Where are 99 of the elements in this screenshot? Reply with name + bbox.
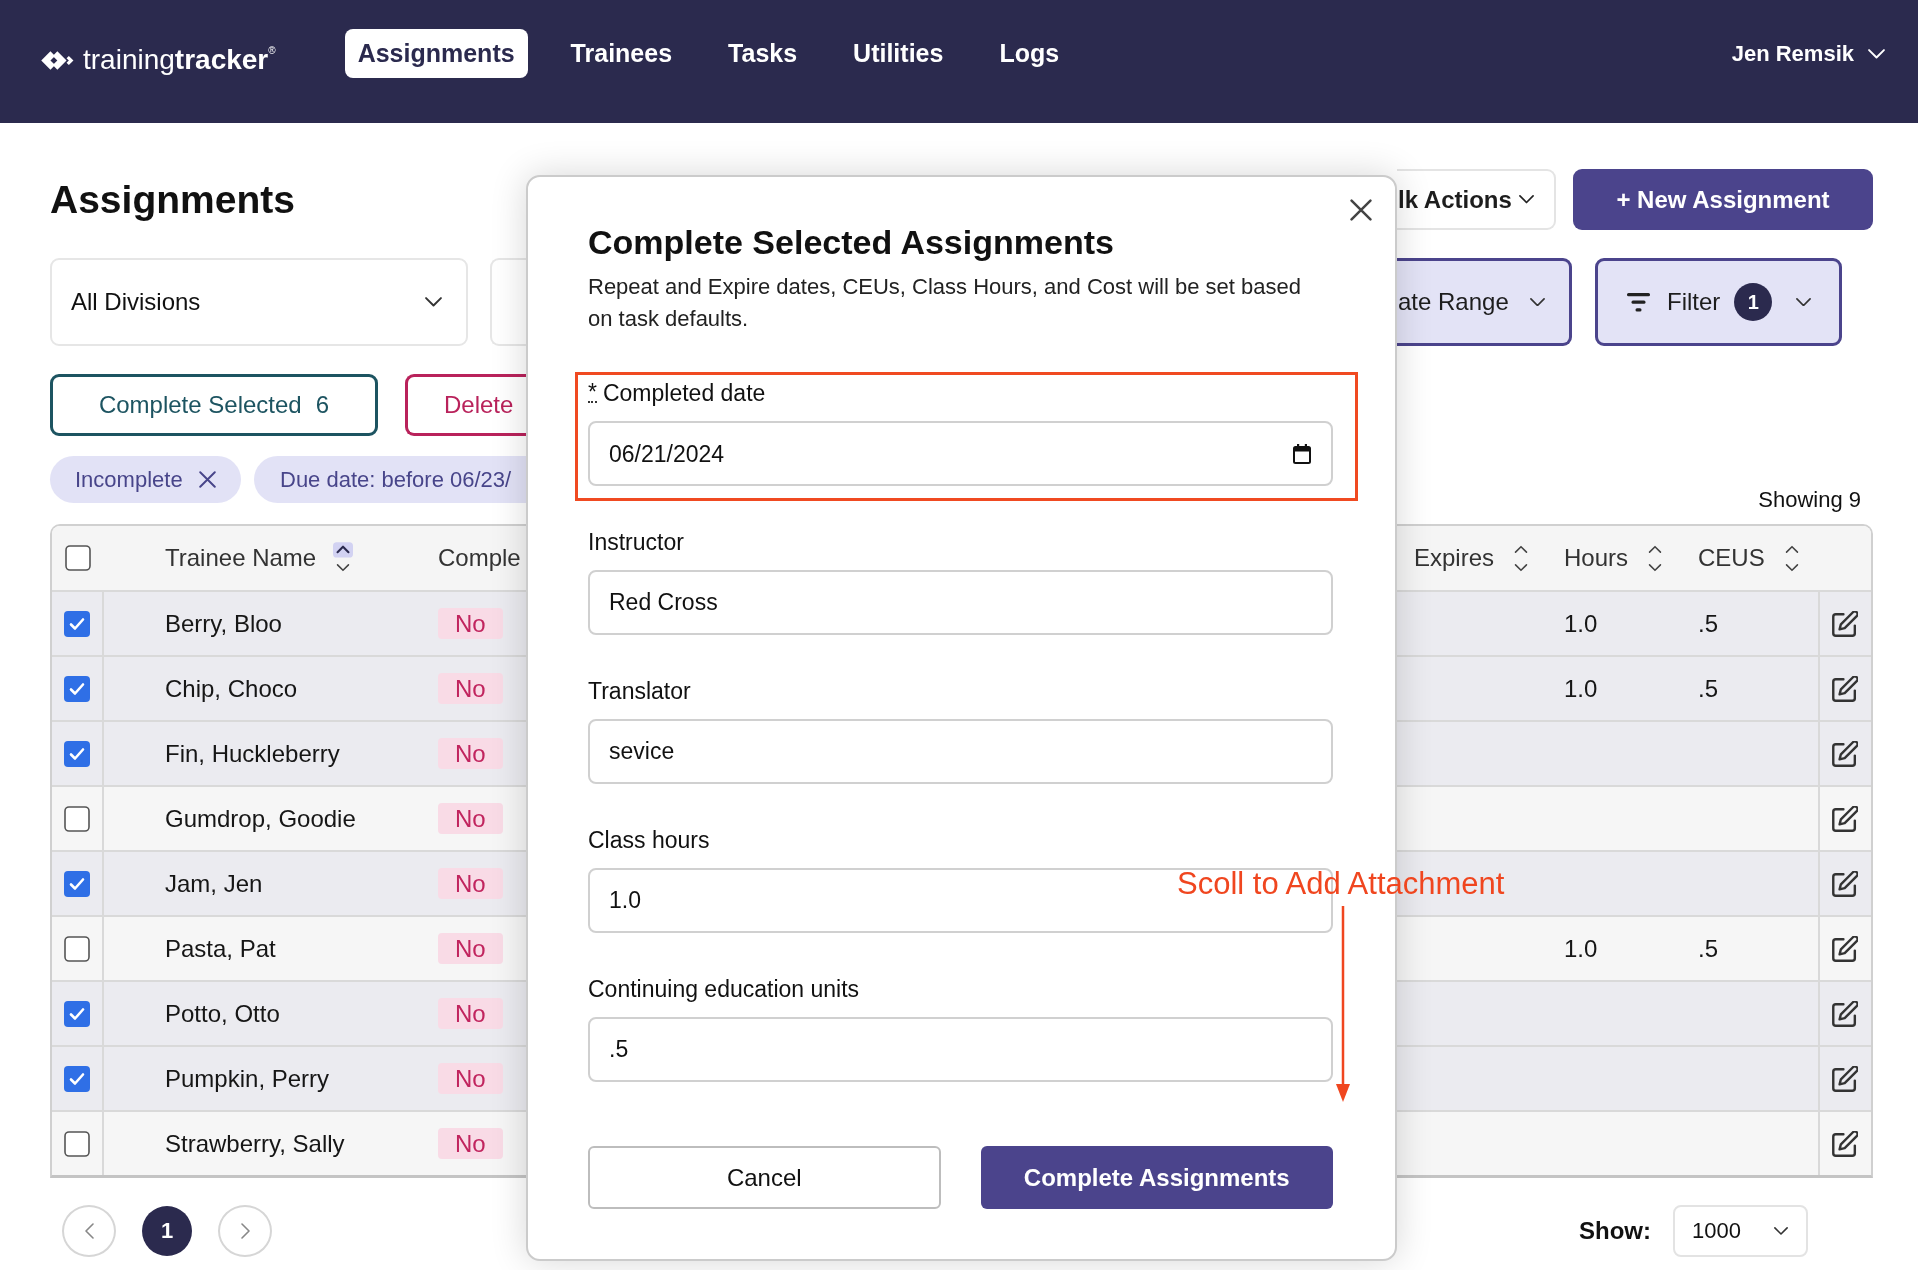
column-header: Expires xyxy=(1414,543,1495,573)
trainee-name: Pasta, Pat xyxy=(165,933,276,964)
division-dropdown[interactable]: All Divisions xyxy=(50,258,468,346)
nav-tab[interactable]: Trainees xyxy=(557,29,686,78)
chevron-down-icon xyxy=(1519,195,1534,204)
chevron-down-icon xyxy=(1530,297,1545,307)
logo-icon[interactable] xyxy=(41,48,76,72)
edit-icon[interactable] xyxy=(1832,805,1858,832)
filter-button[interactable]: Filter 1 xyxy=(1595,258,1842,346)
column-header: Comple xyxy=(438,543,521,573)
nav-tab[interactable]: Assignments xyxy=(344,29,528,78)
dropdown-field[interactable] xyxy=(490,258,526,346)
bulk-actions-button[interactable]: lk Actions xyxy=(1397,169,1556,230)
chevron-left-icon xyxy=(84,1223,94,1239)
row-checkbox[interactable] xyxy=(64,1065,90,1092)
delete-button[interactable]: Delete xyxy=(405,374,526,436)
hours-value: 1.0 xyxy=(1564,608,1598,639)
calendar-icon[interactable] xyxy=(1293,443,1311,464)
row-checkbox[interactable] xyxy=(64,675,90,702)
count-badge: 1 xyxy=(1734,283,1773,321)
edit-icon[interactable] xyxy=(1832,935,1858,962)
chevron-right-icon xyxy=(240,1223,250,1239)
trainee-name: Potto, Otto xyxy=(165,998,280,1029)
edit-icon[interactable] xyxy=(1832,1065,1858,1092)
select-all-checkbox[interactable] xyxy=(65,545,91,571)
field-label: Instructor xyxy=(588,528,684,557)
hours-value: 1.0 xyxy=(1564,673,1598,704)
trainee-name: Strawberry, Sally xyxy=(165,1128,345,1159)
status-badge: No xyxy=(438,1063,503,1094)
edit-icon[interactable] xyxy=(1832,1000,1858,1027)
nav-tab[interactable]: Utilities xyxy=(840,29,957,78)
text-field[interactable]: Red Cross xyxy=(588,570,1333,635)
field-label: Continuing education units xyxy=(588,975,860,1004)
field-label: Translator xyxy=(588,677,691,706)
status-badge: No xyxy=(438,738,503,769)
cancel-button[interactable]: Cancel xyxy=(588,1146,941,1209)
text-field[interactable]: sevice xyxy=(588,719,1333,784)
page-size-dropdown[interactable]: 1000 xyxy=(1673,1205,1808,1257)
field-label: Completed date xyxy=(602,379,766,408)
selected-count: 6 xyxy=(315,390,330,420)
trainee-name: Gumdrop, Goodie xyxy=(165,803,356,834)
column-header: Trainee Name xyxy=(165,543,317,573)
chevron-down-icon xyxy=(1796,297,1812,307)
status-badge: No xyxy=(438,803,503,834)
row-checkbox[interactable] xyxy=(64,805,90,832)
row-checkbox[interactable] xyxy=(64,1000,90,1027)
date-range-button[interactable]: ate Range xyxy=(1397,258,1572,346)
chevron-down-icon xyxy=(425,297,442,307)
page-size-label: Show: xyxy=(1579,1216,1651,1246)
column-header: CEUS xyxy=(1698,543,1765,573)
edit-icon[interactable] xyxy=(1832,740,1858,767)
new-assignment-button[interactable]: + New Assignment xyxy=(1573,169,1873,230)
edit-icon[interactable] xyxy=(1832,870,1858,897)
nav-tab[interactable]: Logs xyxy=(986,29,1073,78)
user-menu[interactable]: Jen Remsik xyxy=(1731,39,1885,69)
field-label: Class hours xyxy=(588,826,710,855)
text-field[interactable]: .5 xyxy=(588,1017,1333,1082)
hours-value: 1.0 xyxy=(1564,933,1598,964)
result-count: Showing 9 xyxy=(1758,486,1861,514)
page-title: Assignments xyxy=(50,176,295,223)
nav-tab[interactable]: Tasks xyxy=(715,29,811,78)
row-checkbox[interactable] xyxy=(64,1130,90,1157)
status-badge: No xyxy=(438,673,503,704)
chevron-down-icon xyxy=(1868,49,1885,59)
page-button[interactable]: 1 xyxy=(142,1206,192,1256)
trainee-name: Fin, Huckleberry xyxy=(165,738,340,769)
dialog-title: Complete Selected Assignments xyxy=(588,222,1115,262)
close-icon[interactable] xyxy=(199,471,216,488)
status-badge: No xyxy=(438,868,503,899)
dialog-description: Repeat and Expire dates, CEUs, Class Hours, and Cost will be set based on task defaults. xyxy=(588,273,1302,333)
row-checkbox[interactable] xyxy=(64,935,90,962)
row-checkbox[interactable] xyxy=(64,610,90,637)
ceus-value: .5 xyxy=(1698,933,1718,964)
complete-assignments-button[interactable]: Complete Assignments xyxy=(980,1146,1333,1209)
status-badge: No xyxy=(438,933,503,964)
status-badge: No xyxy=(438,608,503,639)
date-field[interactable]: 06/21/2024 xyxy=(588,421,1333,486)
logo-wordmark[interactable]: trainingtracker$^{®}$ xyxy=(83,42,276,78)
column-header: Hours xyxy=(1564,543,1629,573)
edit-icon[interactable] xyxy=(1832,1130,1858,1157)
status-badge: No xyxy=(438,1128,503,1159)
close-icon[interactable] xyxy=(1350,199,1372,221)
ceus-value: .5 xyxy=(1698,608,1718,639)
trainee-name: Chip, Choco xyxy=(165,673,298,704)
chevron-down-icon xyxy=(1774,1227,1788,1235)
edit-icon[interactable] xyxy=(1832,610,1858,637)
chip-label: Due date: before 06/23/ xyxy=(280,465,512,494)
row-checkbox[interactable] xyxy=(64,740,90,767)
status-badge: No xyxy=(438,998,503,1029)
trainee-name: Berry, Bloo xyxy=(165,608,282,639)
chip-label: Incomplete xyxy=(75,465,183,494)
trainee-name: Pumpkin, Perry xyxy=(165,1063,330,1094)
required-mark: * xyxy=(588,383,597,403)
filter-icon xyxy=(1627,292,1650,312)
row-checkbox[interactable] xyxy=(64,870,90,897)
trainee-name: Jam, Jen xyxy=(165,868,263,899)
ceus-value: .5 xyxy=(1698,673,1718,704)
complete-selected-button[interactable]: Complete Selected 6 xyxy=(50,374,378,436)
edit-icon[interactable] xyxy=(1832,675,1858,702)
